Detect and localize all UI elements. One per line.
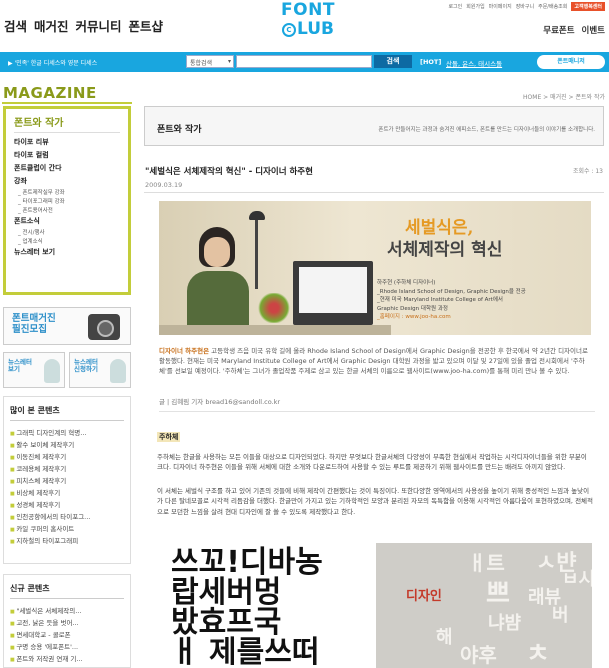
- writer-recruit-banner[interactable]: 폰트매거진 필진모집: [3, 307, 131, 345]
- utility-links: 로그인 회원가입 마이페이지 장바구니 주문/배송조회 고객행복센터: [448, 2, 605, 11]
- section-desc: 폰트가 만들어지는 과정과 숨겨진 에피소드, 폰트를 만드는 디자이너들의 이…: [378, 127, 595, 133]
- nav-fontshop[interactable]: 폰트샵: [129, 16, 164, 35]
- list-item[interactable]: 비상체 제작후기: [10, 486, 124, 498]
- search-input[interactable]: [236, 55, 372, 68]
- util-login[interactable]: 로그인: [448, 3, 462, 10]
- hero-image: 세벌식은, 서체제작의 혁신 하주현 (주하체 디자이너) _Rhode Isl…: [159, 201, 591, 335]
- list-item[interactable]: 폰트와 저작권 연재 기...: [10, 652, 124, 664]
- magazine-divider: [2, 102, 132, 104]
- list-item[interactable]: 카일 쿠퍼의 홈사이트: [10, 522, 124, 534]
- util-mypage[interactable]: 마이페이지: [489, 3, 512, 10]
- section-divider: [159, 411, 595, 412]
- nav-magazine[interactable]: 매거진: [34, 16, 69, 35]
- menu-sub-industry[interactable]: _ 업계소식: [14, 236, 120, 245]
- new-head: 신규 콘텐츠: [10, 583, 124, 599]
- list-item[interactable]: 피치스체 제작후기: [10, 474, 124, 486]
- search-bar: ▶ '민족' 한글 디세스와 영문 디세스 통합검색 검색 [HOT] 산돌, …: [0, 52, 609, 72]
- right-nav: 무료폰트 이벤트: [543, 24, 605, 36]
- font-sample-image: 쓰꼬!디바농 랍세버멍 밨효프국 ㅐ 제를쓰떠: [157, 543, 370, 668]
- menu-lectures[interactable]: 강좌: [14, 174, 120, 187]
- newsletter-signup-banner[interactable]: 뉴스레터 신청하기: [69, 352, 131, 388]
- list-item[interactable]: 이동진체 제작후기: [10, 450, 124, 462]
- new-content: 신규 콘텐츠 "세벌식은 서체제작의... 고전, 낡은 듯을 벗어... 면세…: [3, 574, 131, 668]
- magazine-menu: 폰트와 작가 타이포 리뷰 타이포 컬럼 폰트클럽이 간다 강좌 _ 폰트제작실…: [3, 106, 131, 295]
- view-count: 조회수 : 13: [572, 168, 603, 175]
- nav-community[interactable]: 커뮤니티: [76, 16, 122, 35]
- magazine-title: MAGAZINE: [3, 84, 97, 102]
- camera-icon: [88, 314, 120, 340]
- design-label: 디자인: [406, 589, 442, 604]
- list-item[interactable]: 면세대학교 - 콜로폰: [10, 628, 124, 640]
- person-icon: [44, 359, 60, 383]
- hot-links[interactable]: 산돌, 윤스, 태시스돌: [446, 58, 502, 68]
- menu-newsletter[interactable]: 뉴스레터 보기: [14, 245, 120, 258]
- list-item[interactable]: "세벌식은 서체제작의...: [10, 604, 124, 616]
- util-cart[interactable]: 장바구니: [516, 3, 534, 10]
- logo-font-word: FONT: [281, 0, 335, 20]
- util-join[interactable]: 회원가입: [466, 3, 484, 10]
- list-item[interactable]: 지하철의 타이포그래피: [10, 534, 124, 546]
- logo-club-rest: LUB: [297, 19, 334, 39]
- font-sample-image-2: ㅐ트 쁘 냐뱜 ㅅ뱐 ㅂ시 래뷰 버 해 야후 ㅊ 디자인: [376, 543, 592, 668]
- desk-illustration: [159, 325, 391, 335]
- customer-center-button[interactable]: 고객행복센터: [571, 2, 605, 11]
- designer-photo: [187, 227, 249, 335]
- menu-sub-glossary[interactable]: _ 폰트용어사전: [14, 205, 120, 214]
- nav-search[interactable]: 검색: [4, 16, 27, 35]
- section-heading: 주하체: [157, 432, 181, 442]
- breadcrumb: HOME > 매거진 > 폰트와 작가: [523, 94, 605, 101]
- article-paragraph-2: 이 서체는 세벌식 구조를 하고 있어 기존의 것들에 비해 제작이 간편했다는…: [157, 487, 594, 516]
- menu-sub-exhibitions[interactable]: _ 전시/행사: [14, 227, 120, 236]
- menu-fontclub-visit[interactable]: 폰트클럽이 간다: [14, 161, 120, 174]
- section-title: 폰트와 작가: [157, 125, 202, 135]
- popular-content: 많이 본 콘텐츠 그래픽 디자인계의 혁명... 활수 보이체 제작후기 이동진…: [3, 396, 131, 564]
- logo-c-mark: C: [282, 22, 296, 37]
- font-manager-badge[interactable]: 폰트매니저: [537, 55, 605, 69]
- article-title: "세벌식은 서체제작의 혁신" - 디자이너 하주현: [145, 167, 313, 177]
- logo-club-word: C LUB: [268, 21, 348, 38]
- menu-sub-typography[interactable]: _ 타이포그래피 강좌: [14, 196, 120, 205]
- util-order[interactable]: 주문/배송조회: [538, 3, 567, 10]
- list-item[interactable]: 활수 보이체 제작후기: [10, 438, 124, 450]
- person-icon: [110, 359, 126, 383]
- article-intro: 디자이너 하주현은 고등학생 즈음 미국 유학 길에 올라 Rhode Isla…: [159, 347, 588, 375]
- section-header: 폰트와 작가 폰트가 만들어지는 과정과 숨겨진 에피소드, 폰트를 만드는 디…: [144, 106, 604, 146]
- menu-typo-review[interactable]: 타이포 리뷰: [14, 135, 120, 148]
- list-item[interactable]: 인천공항에서의 타이포그...: [10, 510, 124, 522]
- main-nav: 검색 매거진 커뮤니티 폰트샵: [4, 16, 163, 35]
- article-divider: [144, 192, 604, 193]
- byline: 글 | 김혜림 기자 bread16@sandoll.co.kr: [159, 398, 281, 406]
- menu-head[interactable]: 폰트와 작가: [14, 114, 120, 133]
- lamp-illustration: [249, 211, 265, 289]
- newsletter-signup-text: 뉴스레터 신청하기: [74, 358, 98, 374]
- menu-typo-column[interactable]: 타이포 컬럼: [14, 148, 120, 161]
- list-item[interactable]: 코레용체 제작후기: [10, 462, 124, 474]
- hot-label: [HOT]: [420, 58, 442, 66]
- font-club-logo[interactable]: FONT C LUB: [268, 2, 348, 44]
- list-item[interactable]: 그래픽 디자인계의 혁명...: [10, 426, 124, 438]
- search-button[interactable]: 검색: [374, 55, 412, 68]
- search-scope-select[interactable]: 통합검색: [186, 55, 234, 68]
- article-paragraph-1: 주하체는 한글을 사용하는 모든 이들을 대상으로 디자인되었다. 하지만 무엇…: [157, 453, 587, 472]
- flower-illustration: [257, 293, 291, 323]
- promo-text[interactable]: ▶ '민족' 한글 디세스와 영문 디세스: [8, 58, 97, 67]
- article-date: 2009.03.19: [145, 181, 183, 189]
- list-item[interactable]: 구명 승용 '에포폰트'...: [10, 640, 124, 652]
- menu-font-news[interactable]: 폰트소식: [14, 214, 120, 227]
- newsletter-view-banner[interactable]: 뉴스레터 보기: [3, 352, 65, 388]
- designer-credentials: 하주현 (주하체 디자이너) _Rhode Island School of D…: [377, 280, 526, 321]
- hero-headline-2: 서체제작의 혁신: [387, 240, 503, 260]
- popular-head: 많이 본 콘텐츠: [10, 405, 124, 421]
- monitor-illustration: [293, 261, 373, 325]
- banner-text: 폰트매거진 필진모집: [12, 313, 56, 335]
- nav-event[interactable]: 이벤트: [582, 24, 605, 36]
- nav-free-fonts[interactable]: 무료폰트: [543, 24, 574, 36]
- newsletter-view-text: 뉴스레터 보기: [8, 358, 32, 374]
- list-item[interactable]: 고전, 낡은 듯을 벗어...: [10, 616, 124, 628]
- list-item[interactable]: 성경체 제작후기: [10, 498, 124, 510]
- menu-sub-font-making[interactable]: _ 폰트제작실무 강좌: [14, 187, 120, 196]
